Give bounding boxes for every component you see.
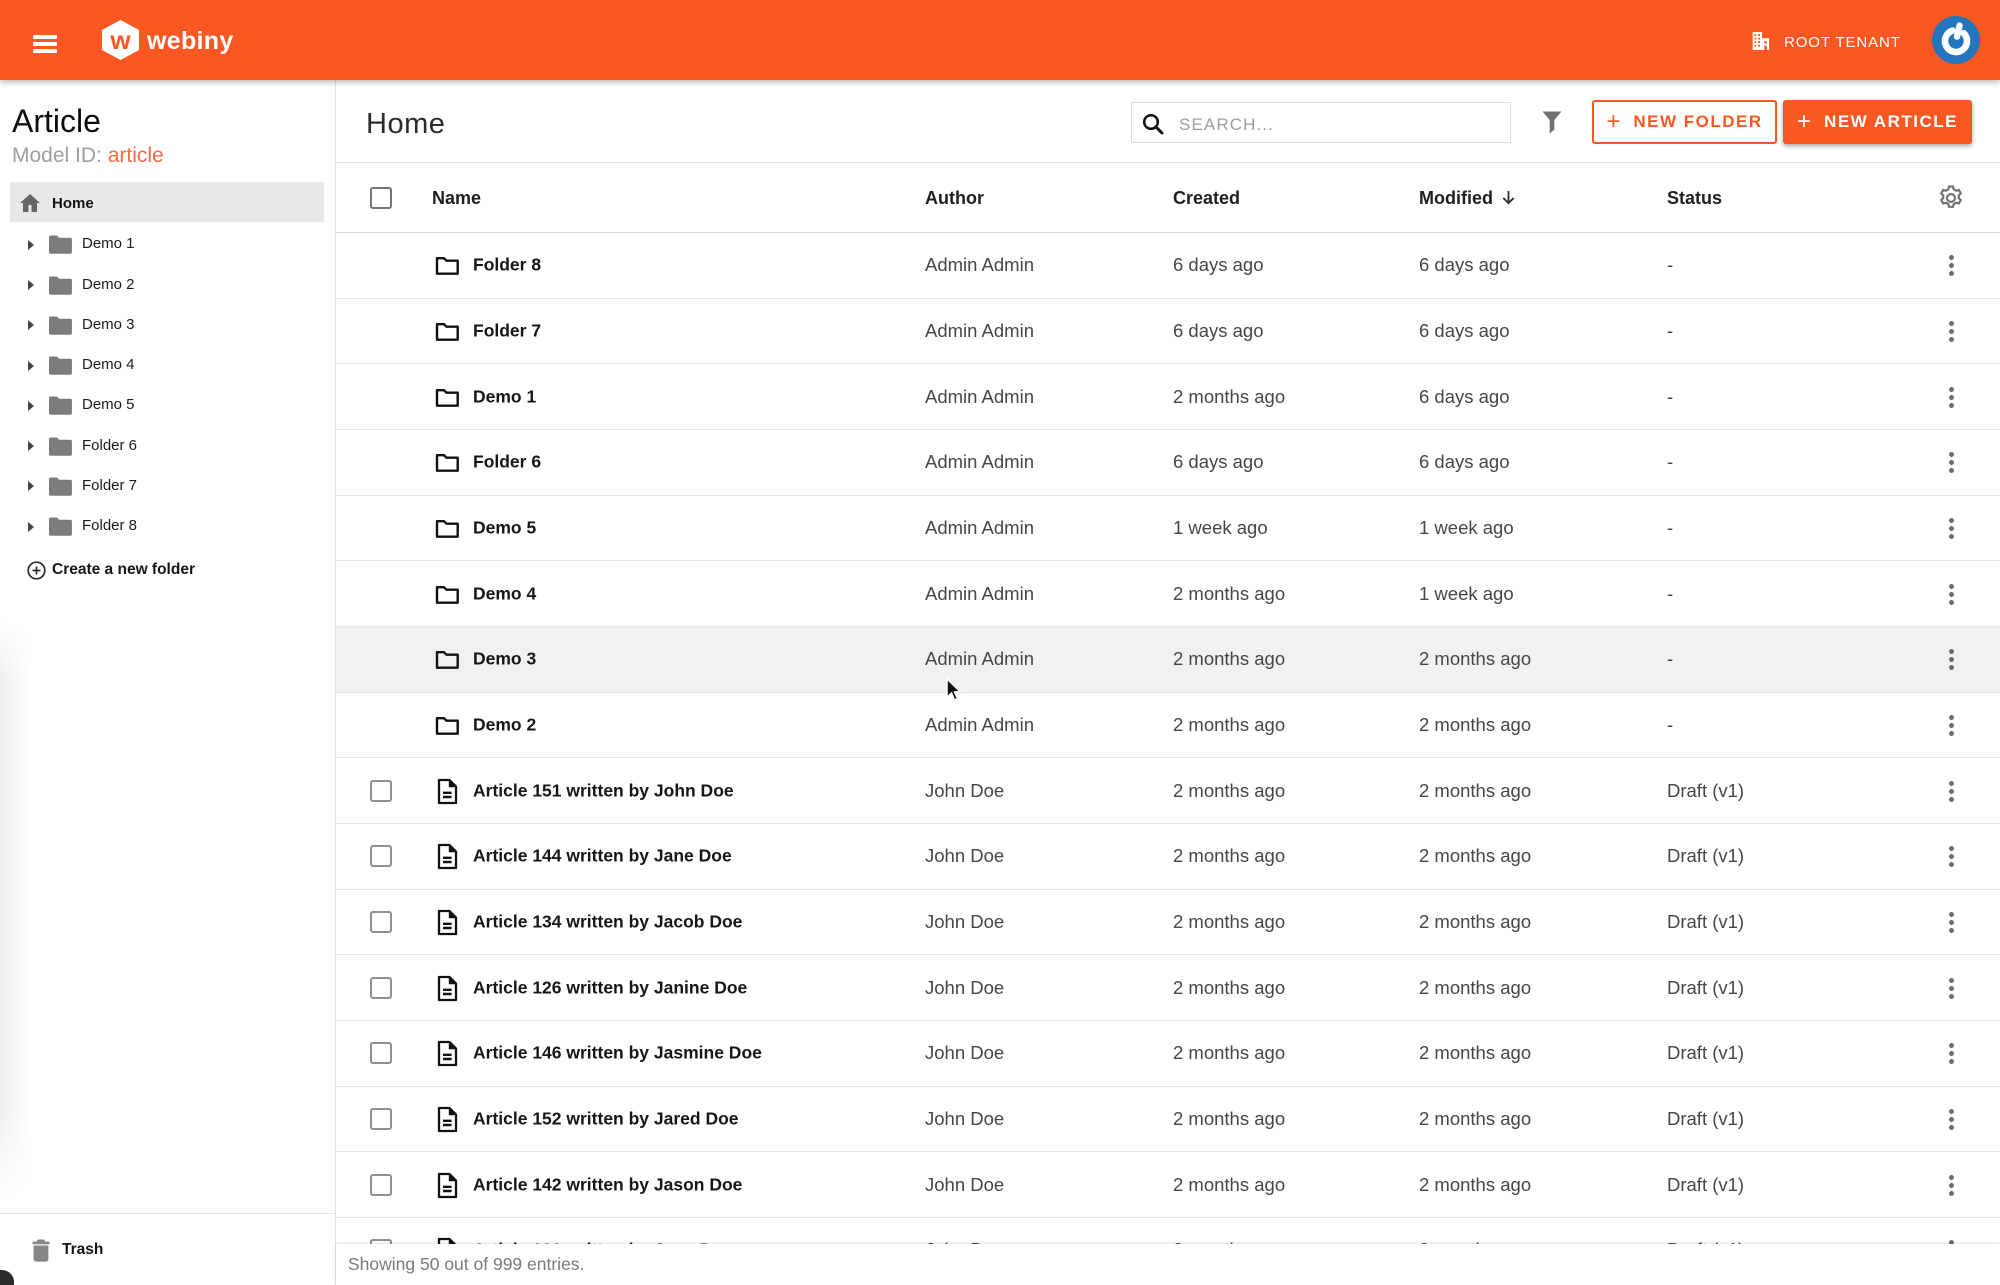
svg-text:w: w — [109, 25, 131, 55]
